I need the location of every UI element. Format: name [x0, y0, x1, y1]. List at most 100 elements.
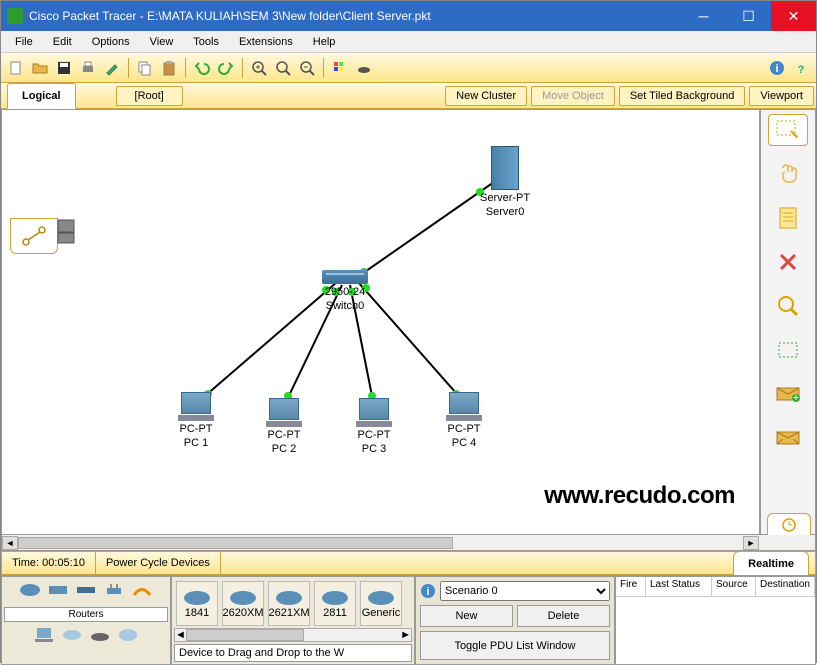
scroll-thumb[interactable]: [18, 537, 453, 549]
scenario-delete-button[interactable]: Delete: [517, 605, 610, 627]
cat-connections-icon[interactable]: [130, 579, 154, 601]
inspect-tool[interactable]: [768, 290, 808, 322]
device-name-label: PC 2: [266, 443, 302, 455]
right-toolbox: +: [760, 109, 816, 535]
watermark-text: www.recudo.com: [544, 482, 735, 510]
tab-realtime[interactable]: Realtime: [733, 551, 809, 575]
complex-pdu-tool[interactable]: [768, 422, 808, 454]
svg-text:?: ?: [798, 64, 805, 76]
main-toolbar: i ?: [1, 53, 816, 83]
realtime-clock-tab[interactable]: [767, 513, 811, 535]
zoom-reset-icon[interactable]: [272, 57, 294, 79]
device-type-label: PC-PT: [266, 429, 302, 441]
scroll-left-arrow[interactable]: ◄: [2, 536, 18, 550]
device-item-2620xm[interactable]: 2620XM: [222, 581, 264, 626]
device-category-panel: Routers: [1, 576, 171, 665]
cat-wan-icon[interactable]: [60, 624, 84, 646]
zoom-out-icon[interactable]: [296, 57, 318, 79]
place-note-tool[interactable]: [768, 202, 808, 234]
scenario-select[interactable]: Scenario 0: [440, 581, 610, 601]
help-icon[interactable]: ?: [790, 57, 812, 79]
cat-hubs-icon[interactable]: [74, 579, 98, 601]
logical-workspace[interactable]: Server-PT Server0 2950-24 Switch0 PC-PT …: [1, 109, 760, 535]
col-last-status[interactable]: Last Status: [646, 577, 712, 596]
device-type-label: PC-PT: [178, 423, 214, 435]
palette-icon[interactable]: [329, 57, 351, 79]
new-file-icon[interactable]: [5, 57, 27, 79]
scenario-new-button[interactable]: New: [420, 605, 513, 627]
cat-multiuser-icon[interactable]: [116, 624, 140, 646]
open-file-icon[interactable]: [29, 57, 51, 79]
root-button[interactable]: [Root]: [116, 86, 183, 106]
minimize-button[interactable]: ─: [681, 1, 726, 31]
device-item-generic[interactable]: Generic: [360, 581, 402, 626]
device-switch0[interactable]: 2950-24 Switch0: [322, 270, 368, 312]
save-icon[interactable]: [53, 57, 75, 79]
device-name-label: Switch0: [322, 300, 368, 312]
device-list-scrollbar[interactable]: ◄►: [174, 628, 412, 642]
toggle-pdu-list-button[interactable]: Toggle PDU List Window: [420, 631, 610, 660]
topology-links: [2, 110, 759, 534]
power-cycle-button[interactable]: Power Cycle Devices: [96, 552, 221, 574]
tab-logical[interactable]: Logical: [7, 83, 76, 109]
cat-routers-icon[interactable]: [18, 579, 42, 601]
resize-tool[interactable]: [768, 334, 808, 366]
menu-help[interactable]: Help: [303, 34, 346, 50]
cat-custom-icon[interactable]: [88, 624, 112, 646]
move-layout-tool[interactable]: [768, 158, 808, 190]
device-item-2811[interactable]: 2811: [314, 581, 356, 626]
device-pc2[interactable]: PC-PT PC 2: [266, 398, 302, 455]
menu-extensions[interactable]: Extensions: [229, 34, 303, 50]
undo-icon[interactable]: [191, 57, 213, 79]
device-name-label: PC 4: [446, 437, 482, 449]
cat-switches-icon[interactable]: [46, 579, 70, 601]
statusbar: Time: 00:05:10 Power Cycle Devices Realt…: [1, 551, 816, 575]
svg-text:+: +: [793, 392, 799, 403]
menu-file[interactable]: File: [5, 34, 43, 50]
menu-view[interactable]: View: [140, 34, 184, 50]
redo-icon[interactable]: [215, 57, 237, 79]
window-title: Cisco Packet Tracer - E:\MATA KULIAH\SEM…: [29, 9, 681, 23]
canvas-hscrollbar[interactable]: ◄ ►: [1, 535, 816, 551]
new-cluster-button[interactable]: New Cluster: [445, 86, 527, 106]
device-item-1841[interactable]: 1841: [176, 581, 218, 626]
col-fire[interactable]: Fire: [616, 577, 646, 596]
cat-wireless-icon[interactable]: [102, 579, 126, 601]
select-tool[interactable]: [768, 114, 808, 146]
device-type-label: 2950-24: [322, 286, 368, 298]
scroll-right-arrow[interactable]: ►: [743, 536, 759, 550]
set-tiled-bg-button[interactable]: Set Tiled Background: [619, 86, 746, 106]
wizard-icon[interactable]: [101, 57, 123, 79]
menubar: File Edit Options View Tools Extensions …: [1, 31, 816, 53]
paste-icon[interactable]: [158, 57, 180, 79]
menu-edit[interactable]: Edit: [43, 34, 82, 50]
simple-pdu-tool[interactable]: +: [768, 378, 808, 410]
main-area: Server-PT Server0 2950-24 Switch0 PC-PT …: [1, 109, 816, 535]
device-pc1[interactable]: PC-PT PC 1: [178, 392, 214, 449]
drag-hint-label: Device to Drag and Drop to the W: [174, 644, 412, 662]
move-object-button[interactable]: Move Object: [531, 86, 615, 106]
delete-tool[interactable]: [768, 246, 808, 278]
device-pc4[interactable]: PC-PT PC 4: [446, 392, 482, 449]
zoom-in-icon[interactable]: [248, 57, 270, 79]
device-name-label: Server0: [480, 206, 530, 218]
info-icon[interactable]: i: [766, 57, 788, 79]
viewport-button[interactable]: Viewport: [749, 86, 814, 106]
cat-enddevices-icon[interactable]: [32, 624, 56, 646]
device-pc3[interactable]: PC-PT PC 3: [356, 398, 392, 455]
info-icon: i: [420, 583, 436, 599]
close-button[interactable]: ✕: [771, 1, 816, 31]
col-destination[interactable]: Destination: [756, 577, 815, 596]
device-server0[interactable]: Server-PT Server0: [480, 146, 530, 218]
window-titlebar: Cisco Packet Tracer - E:\MATA KULIAH\SEM…: [1, 1, 816, 31]
maximize-button[interactable]: ☐: [726, 1, 771, 31]
pdu-list-table: Fire Last Status Source Destination: [615, 576, 816, 665]
menu-options[interactable]: Options: [82, 34, 140, 50]
copy-icon[interactable]: [134, 57, 156, 79]
device-item-2621xm[interactable]: 2621XM: [268, 581, 310, 626]
device-name-label: PC 3: [356, 443, 392, 455]
print-icon[interactable]: [77, 57, 99, 79]
custom-device-icon[interactable]: [353, 57, 375, 79]
col-source[interactable]: Source: [712, 577, 756, 596]
menu-tools[interactable]: Tools: [183, 34, 229, 50]
